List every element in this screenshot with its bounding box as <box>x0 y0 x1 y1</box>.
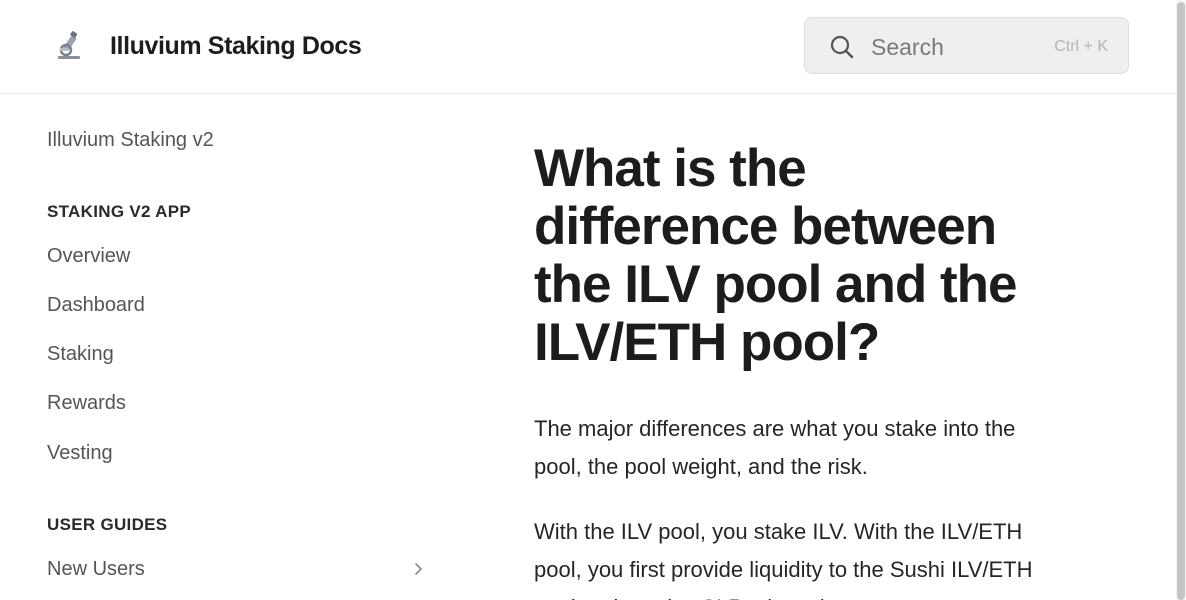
sidebar-item-illuvium-staking-v2[interactable]: Illuvium Staking v2 <box>47 128 214 152</box>
scrollbar-thumb[interactable] <box>1177 2 1185 600</box>
sidebar: Illuvium Staking v2 STAKING V2 APP Overv… <box>0 95 460 600</box>
sidebar-item-staking[interactable]: Staking <box>47 342 114 366</box>
paragraph: The major differences are what you stake… <box>534 416 1016 479</box>
main-content: What is the difference between the ILV p… <box>534 140 1054 600</box>
paragraph: With the ILV pool, you stake ILV. With t… <box>534 519 1033 600</box>
microscope-icon[interactable] <box>54 30 86 62</box>
search-icon <box>829 34 855 60</box>
chevron-right-icon[interactable] <box>410 561 426 577</box>
sidebar-heading-user-guides: USER GUIDES <box>47 515 168 534</box>
page-title: What is the difference between the ILV p… <box>534 139 1018 372</box>
sidebar-item-rewards[interactable]: Rewards <box>47 391 126 415</box>
site-title[interactable]: Illuvium Staking Docs <box>110 30 362 62</box>
page: Illuvium Staking Docs Search Ctrl + K Il… <box>0 0 1186 600</box>
sidebar-item-new-users[interactable]: New Users <box>47 557 145 581</box>
search-input[interactable]: Search Ctrl + K <box>804 17 1129 74</box>
scrollbar[interactable] <box>1176 0 1186 600</box>
top-header: Illuvium Staking Docs Search Ctrl + K <box>0 0 1176 94</box>
search-placeholder: Search <box>871 34 944 60</box>
sidebar-item-overview[interactable]: Overview <box>47 244 130 268</box>
search-shortcut-hint: Ctrl + K <box>1054 38 1108 55</box>
sidebar-item-dashboard[interactable]: Dashboard <box>47 293 145 317</box>
sidebar-item-vesting[interactable]: Vesting <box>47 441 113 465</box>
sidebar-heading-staking-v2-app: STAKING V2 APP <box>47 202 192 221</box>
